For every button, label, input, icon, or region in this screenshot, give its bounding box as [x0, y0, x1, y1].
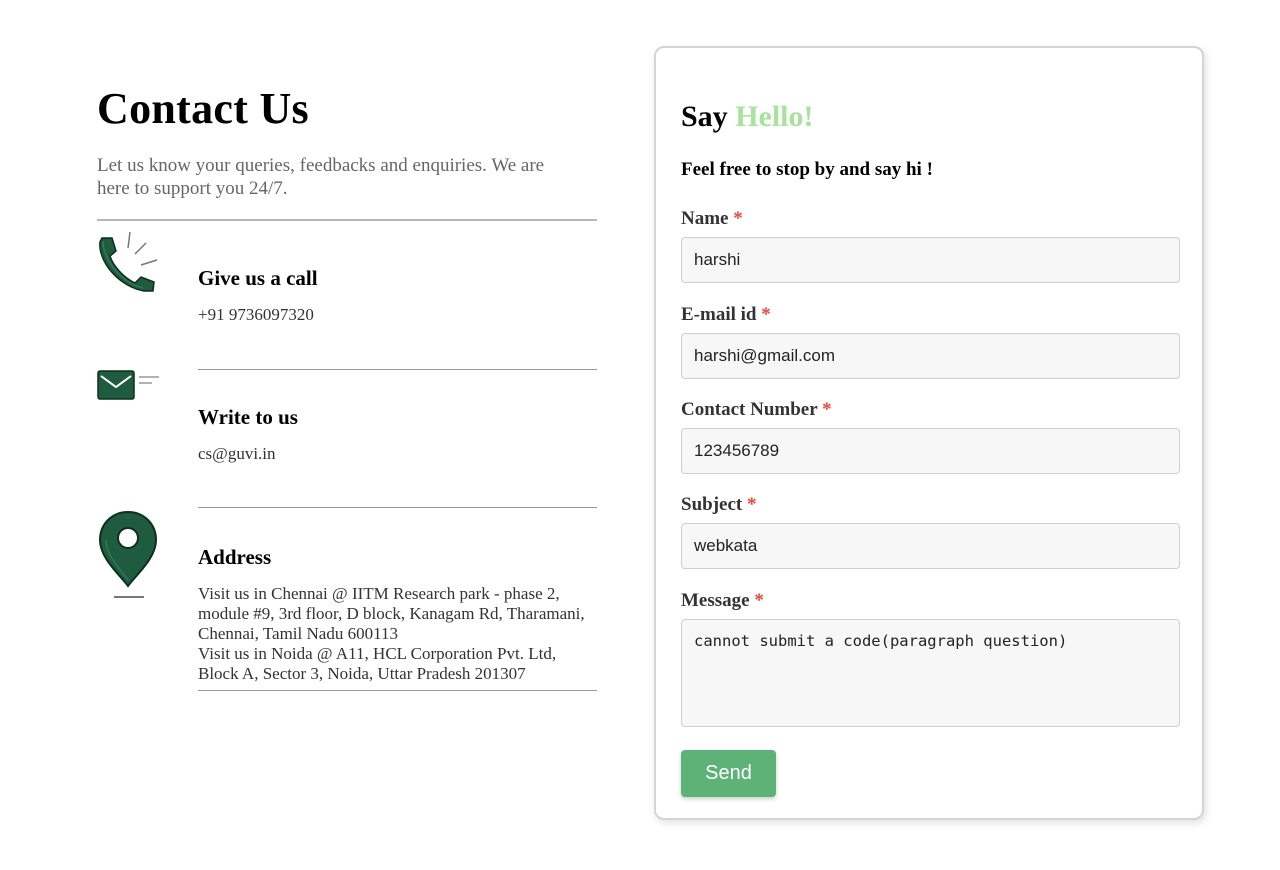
required-mark: * — [761, 304, 771, 325]
location-pin-icon — [98, 510, 159, 605]
address-chennai: Visit us in Chennai @ IITM Research park… — [198, 584, 585, 643]
name-field-group: Name * — [681, 208, 1180, 283]
phone-number[interactable]: +91 9736097320 — [198, 305, 597, 325]
contact-label: Contact Number * — [681, 399, 1180, 421]
intro-text: Let us know your queries, feedbacks and … — [97, 155, 545, 199]
write-body: Write to us cs@guvi.in — [198, 404, 597, 508]
contact-field-group: Contact Number * — [681, 399, 1180, 474]
send-button[interactable]: Send — [681, 750, 776, 797]
write-heading: Write to us — [198, 405, 298, 429]
message-label-text: Message — [681, 590, 750, 611]
contact-number-input[interactable] — [681, 428, 1180, 474]
name-input[interactable] — [681, 237, 1180, 283]
divider — [198, 369, 597, 370]
divider — [198, 690, 597, 691]
message-field-group: Message * cannot submit a code(paragraph… — [681, 590, 1180, 732]
email-field-group: E-mail id * — [681, 304, 1180, 379]
subject-field-group: Subject * — [681, 494, 1180, 569]
form-title-prefix: Say — [681, 100, 728, 133]
email-label: E-mail id * — [681, 304, 1180, 326]
required-mark: * — [746, 494, 757, 515]
address-body: Address Visit us in Chennai @ IITM Resea… — [198, 544, 597, 691]
email-input[interactable] — [681, 333, 1180, 379]
contact-label-text: Contact Number — [681, 399, 818, 420]
divider — [198, 507, 597, 508]
phone-icon — [97, 230, 159, 297]
required-mark: * — [754, 590, 764, 611]
form-subtitle: Feel free to stop by and say hi ! — [681, 159, 933, 180]
email-label-text: E-mail id — [681, 304, 757, 325]
call-body: Give us a call +91 9736097320 — [198, 265, 597, 370]
address-noida: Visit us in Noida @ A11, HCL Corporation… — [198, 644, 557, 683]
subject-label: Subject * — [681, 494, 1180, 516]
address-heading: Address — [198, 545, 272, 569]
page-title: Contact Us — [97, 84, 309, 133]
required-mark: * — [822, 399, 832, 420]
required-mark: * — [733, 208, 743, 229]
form-title-accent: Hello! — [735, 100, 814, 133]
message-label: Message * — [681, 590, 1180, 612]
subject-label-text: Subject — [681, 494, 743, 515]
form-title: Say Hello! — [681, 100, 814, 134]
name-label-text: Name — [681, 208, 729, 229]
name-label: Name * — [681, 208, 1180, 230]
email-address[interactable]: cs@guvi.in — [198, 444, 597, 464]
contact-form-card: Say Hello! Feel free to stop by and say … — [654, 46, 1204, 820]
envelope-icon — [97, 370, 161, 407]
call-heading: Give us a call — [198, 266, 318, 290]
contact-info-section: Contact Us Let us know your queries, fee… — [97, 80, 597, 691]
message-textarea[interactable]: cannot submit a code(paragraph question) — [681, 619, 1180, 727]
subject-input[interactable] — [681, 523, 1180, 569]
divider — [97, 219, 597, 221]
